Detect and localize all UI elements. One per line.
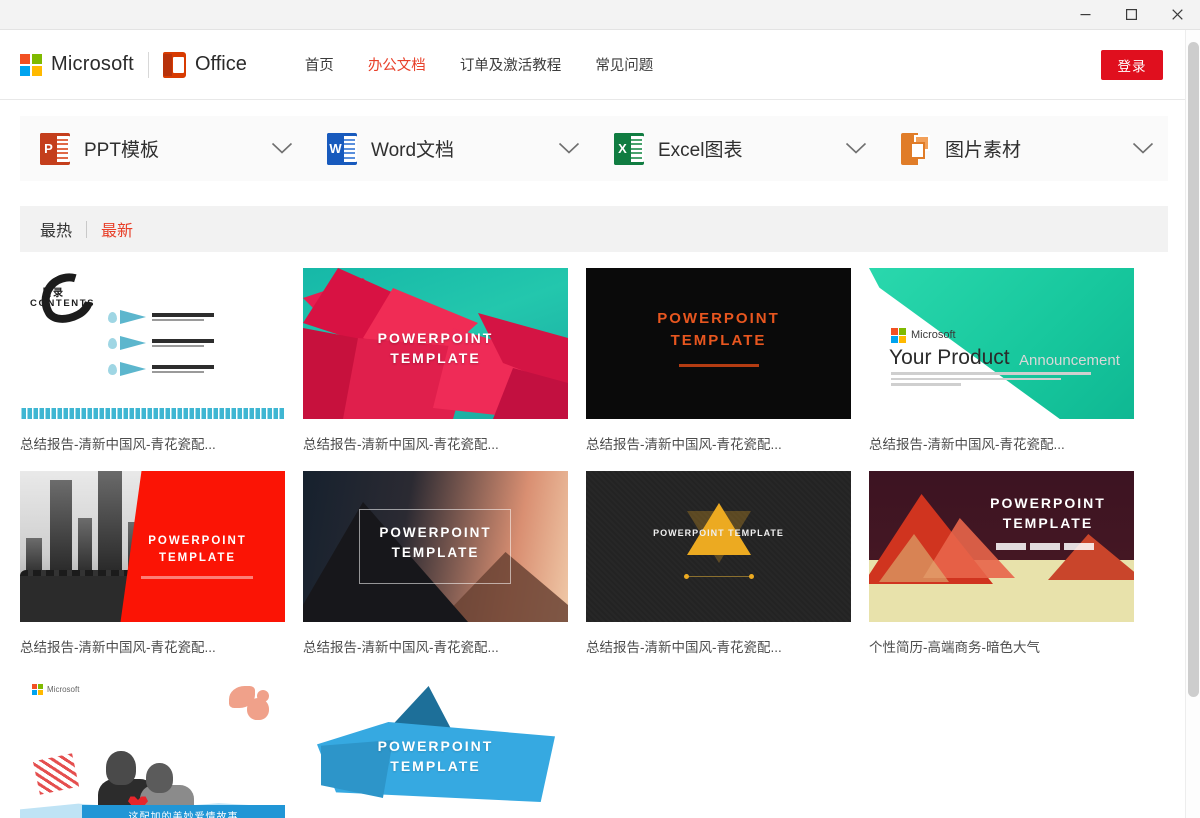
chevron-down-icon[interactable] (1132, 142, 1154, 155)
minimize-button[interactable] (1062, 0, 1108, 30)
thumb-title: POWERPOINT TEMPLATE (586, 527, 851, 540)
brand-block[interactable]: Microsoft Office (20, 52, 247, 78)
app-window: Microsoft Office 首页 办公文档 订单及激活教程 常见问题 登录… (0, 0, 1200, 818)
template-caption: 个性简历-高端商务-暗色大气 (869, 636, 1134, 656)
nav-item-home[interactable]: 首页 (305, 54, 334, 75)
thumb-list-row (108, 362, 214, 376)
flag-decoration (33, 753, 79, 795)
template-caption: 总结报告-清新中国风-青花瓷配... (869, 433, 1134, 453)
template-thumbnail: POWERPOINTTEMPLATE (20, 471, 285, 622)
sort-tab-newest[interactable]: 最新 (101, 217, 133, 241)
chevron-down-icon[interactable] (845, 142, 867, 155)
brand-name: Microsoft (51, 53, 134, 76)
sort-tab-bar: 最热 最新 (20, 206, 1168, 252)
excel-icon: X (614, 133, 644, 165)
category-ppt[interactable]: P PPT模板 (20, 116, 307, 181)
thumb-title: Your Product (889, 346, 1010, 370)
thumb-footer-bar (20, 408, 285, 419)
thumb-subline (141, 576, 253, 579)
thumb-title: POWERPOINTTEMPLATE (586, 308, 851, 352)
thumb-title: POWERPOINTTEMPLATE (303, 328, 568, 369)
template-thumbnail: 目录 CONTENTS (20, 268, 285, 419)
thumb-chip-row (996, 543, 1094, 550)
thumb-brand: Microsoft (47, 685, 79, 694)
category-ppt-label: PPT模板 (84, 135, 159, 162)
nav-item-office-docs[interactable]: 办公文档 (368, 54, 426, 75)
category-pictures-label: 图片素材 (945, 135, 1021, 162)
category-excel[interactable]: X Excel图表 (594, 116, 881, 181)
thumb-title: POWERPOINTTEMPLATE (110, 533, 285, 566)
template-thumbnail: Microsoft Your Product Announcement (869, 268, 1134, 419)
template-grid: 目录 CONTENTS 总结报告-清新中国风-青花瓷配... (20, 268, 1168, 818)
category-word-label: Word文档 (371, 135, 454, 162)
site-header: Microsoft Office 首页 办公文档 订单及激活教程 常见问题 登录 (0, 30, 1185, 100)
category-word[interactable]: W Word文档 (307, 116, 594, 181)
template-card[interactable]: 目录 CONTENTS 总结报告-清新中国风-青花瓷配... (20, 268, 285, 453)
picture-icon (901, 133, 931, 165)
thumb-dot-line (686, 576, 752, 577)
microsoft-logo-icon (32, 684, 43, 695)
thumb-title-cn: 目录 (42, 284, 64, 299)
template-card[interactable]: Microsoft Your Product Announcement 总结报告… (869, 268, 1134, 453)
template-caption: 总结报告-清新中国风-青花瓷配... (303, 433, 568, 453)
template-card[interactable]: POWERPOINTTEMPLATE 总结报告-清新中国风-青花瓷配... (20, 471, 285, 656)
template-thumbnail: POWERPOINT TEMPLATE (586, 471, 851, 622)
microsoft-logo-icon (20, 54, 42, 76)
template-card[interactable]: Microsoft 这配加的美妙爱情故事 (20, 674, 285, 818)
template-thumbnail: POWERPOINTTEMPLATE (303, 674, 568, 818)
category-pictures[interactable]: 图片素材 (881, 116, 1168, 181)
maximize-button[interactable] (1108, 0, 1154, 30)
category-bar: P PPT模板 W Word文档 X Excel图表 (20, 116, 1168, 181)
template-thumbnail: POWERPOINTTEMPLATE (869, 471, 1134, 622)
template-caption: 总结报告-清新中国风-青花瓷配... (20, 433, 285, 453)
template-thumbnail: POWERPOINTTEMPLATE (586, 268, 851, 419)
window-titlebar (0, 0, 1200, 30)
template-thumbnail: POWERPOINTTEMPLATE (303, 268, 568, 419)
thumb-banner: 这配加的美妙爱情故事 (82, 805, 285, 818)
template-card[interactable]: POWERPOINT TEMPLATE 总结报告-清新中国风-青花瓷配... (586, 471, 851, 656)
thumb-subtitle: Announcement (1019, 352, 1120, 369)
powerpoint-icon: P (40, 133, 70, 165)
word-icon: W (327, 133, 357, 165)
template-caption: 总结报告-清新中国风-青花瓷配... (303, 636, 568, 656)
thumb-title-en: CONTENTS (30, 298, 95, 309)
scrollbar-thumb[interactable] (1188, 42, 1199, 697)
thumb-title: POWERPOINTTEMPLATE (303, 736, 568, 777)
office-name: Office (195, 53, 247, 76)
office-logo-icon (163, 52, 186, 78)
template-card[interactable]: POWERPOINTTEMPLATE (303, 674, 568, 818)
sort-divider (86, 221, 87, 238)
thumb-title: POWERPOINTTEMPLATE (968, 493, 1128, 534)
thumb-brand: Microsoft (911, 329, 956, 341)
sort-tab-hottest[interactable]: 最热 (40, 217, 72, 241)
template-card[interactable]: POWERPOINTTEMPLATE 总结报告-清新中国风-青花瓷配... (303, 471, 568, 656)
template-caption: 总结报告-清新中国风-青花瓷配... (20, 636, 285, 656)
thumb-underline (679, 364, 759, 367)
thumb-list-row (108, 336, 214, 350)
chevron-down-icon[interactable] (558, 142, 580, 155)
thumb-title: POWERPOINTTEMPLATE (303, 523, 568, 562)
login-button[interactable]: 登录 (1101, 50, 1163, 80)
cupid-icon (229, 686, 273, 724)
category-excel-label: Excel图表 (658, 135, 742, 162)
chevron-down-icon[interactable] (271, 142, 293, 155)
template-thumbnail: POWERPOINTTEMPLATE (303, 471, 568, 622)
thumb-body-lines (891, 372, 1091, 389)
template-caption: 总结报告-清新中国风-青花瓷配... (586, 636, 851, 656)
template-card[interactable]: POWERPOINTTEMPLATE 个性简历-高端商务-暗色大气 (869, 471, 1134, 656)
microsoft-logo-icon (891, 328, 906, 343)
nav-item-order-activation[interactable]: 订单及激活教程 (460, 54, 562, 75)
nav-item-faq[interactable]: 常见问题 (595, 54, 653, 75)
template-card[interactable]: POWERPOINTTEMPLATE 总结报告-清新中国风-青花瓷配... (303, 268, 568, 453)
template-thumbnail: Microsoft 这配加的美妙爱情故事 (20, 674, 285, 818)
close-button[interactable] (1154, 0, 1200, 30)
brand-divider (148, 52, 149, 78)
template-caption: 总结报告-清新中国风-青花瓷配... (586, 433, 851, 453)
main-navigation: 首页 办公文档 订单及激活教程 常见问题 (305, 54, 654, 75)
vertical-scrollbar[interactable] (1185, 30, 1200, 818)
template-card[interactable]: POWERPOINTTEMPLATE 总结报告-清新中国风-青花瓷配... (586, 268, 851, 453)
thumb-list-row (108, 310, 214, 324)
